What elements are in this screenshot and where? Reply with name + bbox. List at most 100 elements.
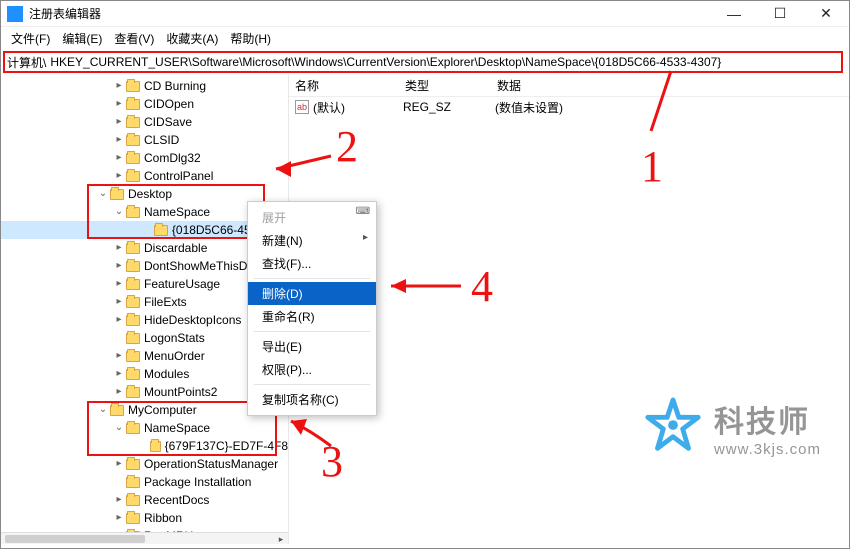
tree-item[interactable]: Package Installation (1, 473, 288, 491)
tree-item[interactable]: ⌄MyComputer (1, 401, 288, 419)
menubar: 文件(F) 编辑(E) 查看(V) 收藏夹(A) 帮助(H) (1, 27, 849, 49)
menu-file[interactable]: 文件(F) (5, 28, 56, 49)
close-button[interactable]: ✕ (803, 1, 849, 27)
col-type[interactable]: 类型 (399, 77, 491, 94)
expand-caret-icon[interactable]: ⌄ (97, 185, 109, 203)
expand-caret-icon[interactable]: ▸ (113, 95, 125, 113)
tree-item[interactable]: {679F137C}-ED7F-4F8 (1, 437, 288, 455)
folder-icon (126, 315, 140, 326)
folder-icon (126, 495, 140, 506)
menu-view[interactable]: 查看(V) (108, 28, 160, 49)
ctx-permissions[interactable]: 权限(P)... (248, 358, 376, 381)
ctx-delete[interactable]: 删除(D) (248, 282, 376, 305)
folder-icon (126, 153, 140, 164)
tree-item[interactable]: ▸FileExts (1, 293, 288, 311)
tree-item-label: CD Burning (144, 77, 206, 95)
tree-item-label: NameSpace (144, 203, 210, 221)
folder-icon (150, 441, 160, 452)
expand-caret-icon[interactable]: ▸ (113, 77, 125, 95)
tree-item[interactable]: ▸ RecentDocs (1, 491, 288, 509)
tree-item[interactable]: ▸ OperationStatusManager (1, 455, 288, 473)
tree-item-label: DontShowMeThisDi (144, 257, 250, 275)
folder-icon (126, 513, 140, 524)
expand-caret-icon[interactable]: ▸ (113, 275, 125, 293)
tree-item[interactable]: LogonStats (1, 329, 288, 347)
expand-caret-icon[interactable]: ▸ (113, 113, 125, 131)
string-value-icon: ab (295, 100, 309, 114)
menu-favorites[interactable]: 收藏夹(A) (160, 28, 224, 49)
tree-item[interactable]: ▸Discardable (1, 239, 288, 257)
tree-item[interactable]: ▸ DontShowMeThisDi (1, 257, 288, 275)
address-bar: 计算机\ (3, 51, 843, 73)
folder-icon (154, 225, 168, 236)
list-header: 名称 类型 数据 (289, 75, 849, 97)
expand-caret-icon[interactable]: ▸ (113, 149, 125, 167)
tree-item-label: MountPoints2 (144, 383, 217, 401)
value-data: (数值未设置) (495, 99, 849, 116)
address-input[interactable] (48, 54, 841, 70)
expand-caret-icon[interactable]: ▸ (113, 365, 125, 383)
tree-item-label: Ribbon (144, 509, 182, 527)
folder-icon (126, 207, 140, 218)
tree-item[interactable]: ▸HideDesktopIcons (1, 311, 288, 329)
ctx-export[interactable]: 导出(E) (248, 335, 376, 358)
expand-caret-icon[interactable]: ▸ (113, 167, 125, 185)
folder-icon (126, 261, 140, 272)
folder-icon (126, 387, 140, 398)
watermark-star-icon (642, 396, 704, 458)
ctx-sep-2 (254, 331, 370, 332)
ctx-copy-key-name[interactable]: 复制项名称(C) (248, 388, 376, 411)
tree-item[interactable]: ⌄ NameSpace (1, 203, 288, 221)
expand-caret-icon[interactable]: ▸ (113, 455, 125, 473)
folder-icon (110, 405, 124, 416)
tree-item-label: RecentDocs (144, 491, 209, 509)
expand-caret-icon[interactable]: ⌄ (97, 401, 109, 419)
tree-item-label: OperationStatusManager (144, 455, 278, 473)
expand-caret-icon[interactable]: ▸ (113, 131, 125, 149)
folder-icon (126, 99, 140, 110)
expand-caret-icon[interactable]: ▸ (113, 239, 125, 257)
tree-item-label: Desktop (128, 185, 172, 203)
minimize-button[interactable]: — (711, 1, 757, 27)
tree-item[interactable]: ▸MenuOrder (1, 347, 288, 365)
titlebar: 注册表编辑器 — ☐ ✕ (1, 1, 849, 27)
col-data[interactable]: 数据 (491, 77, 849, 94)
menu-edit[interactable]: 编辑(E) (56, 28, 108, 49)
tree-item[interactable]: ▸ComDlg32 (1, 149, 288, 167)
tree-item[interactable]: ⌄ Desktop (1, 185, 288, 203)
tree-item[interactable]: ▸ Ribbon (1, 509, 288, 527)
expand-caret-icon[interactable]: ▸ (113, 293, 125, 311)
folder-icon (126, 333, 140, 344)
tree-item[interactable]: ▸ CD Burning (1, 77, 288, 95)
ctx-rename[interactable]: 重命名(R) (248, 305, 376, 328)
ctx-new[interactable]: 新建(N) (248, 229, 376, 252)
app-icon (7, 6, 23, 22)
menu-help[interactable]: 帮助(H) (224, 28, 277, 49)
expand-caret-icon[interactable]: ▸ (113, 257, 125, 275)
maximize-button[interactable]: ☐ (757, 1, 803, 27)
tree-item[interactable]: {018D5C66-4533-430 (1, 221, 288, 239)
tree-item-label: FeatureUsage (144, 275, 220, 293)
context-menu: ⌨ 展开 新建(N) 查找(F)... 删除(D) 重命名(R) 导出(E) 权… (247, 201, 377, 416)
list-row[interactable]: ab (默认) REG_SZ (数值未设置) (289, 97, 849, 117)
tree-item[interactable]: ▸ControlPanel (1, 167, 288, 185)
expand-caret-icon[interactable]: ⌄ (113, 419, 125, 437)
expand-caret-icon[interactable]: ▸ (113, 509, 125, 527)
horizontal-scrollbar[interactable]: ◂ ▸ (1, 532, 288, 544)
tree-item[interactable]: ▸CIDOpen (1, 95, 288, 113)
expand-caret-icon[interactable]: ▸ (113, 311, 125, 329)
expand-caret-icon[interactable]: ▸ (113, 383, 125, 401)
expand-caret-icon[interactable]: ▸ (113, 491, 125, 509)
tree-pane: ▸ CD Burning▸CIDOpen▸CIDSave▸CLSID▸ComDlg… (1, 75, 289, 544)
ctx-find[interactable]: 查找(F)... (248, 252, 376, 275)
tree-item[interactable]: ▸ MountPoints2 (1, 383, 288, 401)
tree-item[interactable]: ▸ FeatureUsage (1, 275, 288, 293)
expand-caret-icon[interactable]: ▸ (113, 347, 125, 365)
tree-item-label: Package Installation (144, 473, 251, 491)
tree-item[interactable]: ⌄NameSpace (1, 419, 288, 437)
col-name[interactable]: 名称 (289, 77, 399, 94)
tree-item[interactable]: ▸CIDSave (1, 113, 288, 131)
tree-item[interactable]: ▸CLSID (1, 131, 288, 149)
expand-caret-icon[interactable]: ⌄ (113, 203, 125, 221)
tree-item[interactable]: ▸Modules (1, 365, 288, 383)
